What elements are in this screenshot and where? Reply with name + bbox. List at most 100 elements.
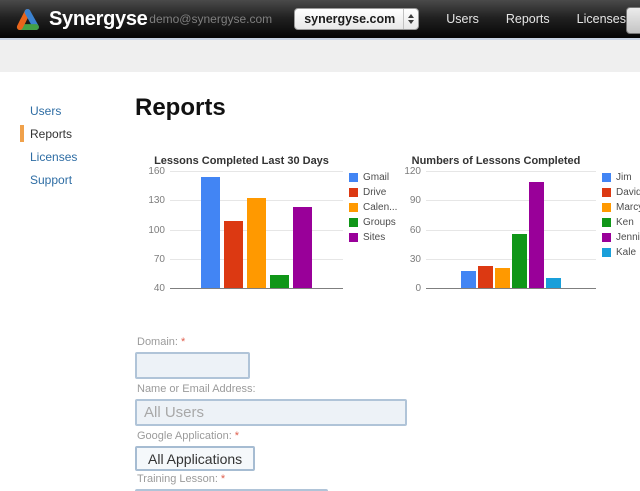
legend-label: David: [616, 188, 640, 197]
form-field-training-lesson: Training Lesson:*: [135, 473, 328, 491]
y-axis-tick-label: 40: [154, 284, 165, 294]
account-email: demo@synergyse.com: [149, 12, 272, 26]
legend-item-drive: Drive: [349, 188, 397, 197]
training-lesson-label: Training Lesson:: [137, 473, 218, 485]
chart-title: Numbers of Lessons Completed: [396, 155, 596, 168]
partial-edge-button[interactable]: [626, 7, 640, 34]
page-title: Reports: [135, 94, 226, 122]
y-axis-tick-label: 90: [410, 196, 421, 206]
subheader-band: [0, 40, 640, 72]
sidebar-item-label: Reports: [30, 127, 72, 141]
required-asterisk: *: [221, 473, 225, 485]
y-axis-tick-label: 160: [148, 167, 165, 177]
domain-select-value: synergyse.com: [304, 12, 403, 26]
legend-label: Drive: [363, 188, 386, 197]
bar-jennifer[interactable]: [529, 182, 544, 289]
y-axis-tick-label: 30: [410, 255, 421, 265]
legend-item-kale: Kale: [602, 248, 640, 257]
chart-title: Lessons Completed Last 30 Days: [140, 155, 343, 168]
sidebar-item-support[interactable]: Support: [0, 169, 125, 192]
domain-input[interactable]: [135, 352, 250, 379]
legend-label: Jennifer: [616, 233, 640, 242]
field-label: Google Application:*: [137, 430, 255, 442]
form-field-google-application: Google Application:* All Applications: [135, 430, 255, 471]
sidebar-item-label: Licenses: [30, 150, 77, 164]
legend-label: Kale: [616, 248, 636, 257]
legend-swatch: [602, 188, 611, 197]
y-axis: 0306090120: [396, 172, 426, 289]
sidebar-item-licenses[interactable]: Licenses: [0, 146, 125, 169]
legend-label: Groups: [363, 218, 396, 227]
domain-select[interactable]: synergyse.com: [294, 8, 419, 30]
synergyse-logo-icon[interactable]: [14, 6, 41, 33]
x-axis-baseline: [426, 288, 596, 289]
bar-gmail[interactable]: [201, 177, 220, 289]
bar-group: [426, 172, 596, 289]
legend-item-david: David: [602, 188, 640, 197]
sidebar-item-reports[interactable]: Reports: [0, 123, 125, 146]
sidebar-item-label: Support: [30, 173, 72, 187]
legend-item-sites: Sites: [349, 233, 397, 242]
select-stepper-icon: [403, 9, 418, 29]
domain-label: Domain:: [137, 336, 178, 348]
chart-body: 4070100130160GmailDriveCalen...GroupsSit…: [140, 172, 397, 289]
y-axis-tick-label: 60: [410, 226, 421, 236]
nav-users[interactable]: Users: [446, 12, 479, 26]
field-label: Name or Email Address:: [137, 383, 407, 395]
legend-label: Ken: [616, 218, 634, 227]
chart-lessons-completed-last-30-days: Lessons Completed Last 30 Days4070100130…: [140, 155, 397, 289]
required-asterisk: *: [235, 430, 239, 442]
bar-david[interactable]: [478, 266, 493, 289]
bar-marcy[interactable]: [495, 268, 510, 289]
name-or-email-address-input[interactable]: [135, 399, 407, 426]
legend-item-jim: Jim: [602, 173, 640, 182]
y-axis-tick-label: 70: [154, 255, 165, 265]
legend-label: Calen...: [363, 203, 397, 212]
form-field-name-or-email-address: Name or Email Address:: [135, 383, 407, 426]
bar-calen[interactable]: [247, 198, 266, 289]
bar-jim[interactable]: [461, 271, 476, 289]
google-application-label: Google Application:: [137, 430, 232, 442]
y-axis: 4070100130160: [140, 172, 170, 289]
legend-swatch: [349, 188, 358, 197]
form-field-domain: Domain:*: [135, 336, 250, 379]
sidebar: Users Reports Licenses Support: [0, 100, 125, 192]
app-window: Synergyse demo@synergyse.com synergyse.c…: [0, 0, 640, 491]
legend-label: Marcy: [616, 203, 640, 212]
legend-item-marcy: Marcy: [602, 203, 640, 212]
google-application-select[interactable]: All Applications: [135, 446, 255, 471]
bar-sites[interactable]: [293, 207, 312, 289]
legend-label: Jim: [616, 173, 632, 182]
legend-swatch: [602, 218, 611, 227]
legend-swatch: [349, 218, 358, 227]
field-label: Training Lesson:*: [137, 473, 328, 485]
y-axis-tick-label: 100: [148, 226, 165, 236]
legend-swatch: [349, 173, 358, 182]
active-item-marker: [20, 125, 24, 142]
name-or-email-address-label: Name or Email Address:: [137, 383, 256, 395]
y-axis-tick-label: 0: [415, 284, 421, 294]
legend-label: Sites: [363, 233, 385, 242]
legend-swatch: [349, 203, 358, 212]
nav-licenses[interactable]: Licenses: [577, 12, 626, 26]
bar-groups[interactable]: [270, 275, 289, 289]
bar-ken[interactable]: [512, 234, 527, 289]
y-axis-tick-label: 130: [148, 196, 165, 206]
plot-area: [426, 172, 596, 289]
chart-body: 0306090120JimDavidMarcyKenJenniferKale: [396, 172, 640, 289]
sidebar-item-users[interactable]: Users: [0, 100, 125, 123]
report-filter-form: Domain:*Name or Email Address:Google App…: [135, 333, 555, 491]
nav-reports[interactable]: Reports: [506, 12, 550, 26]
plot-area: [170, 172, 343, 289]
legend-label: Gmail: [363, 173, 389, 182]
legend-swatch: [602, 248, 611, 257]
legend-swatch: [349, 233, 358, 242]
legend-item-gmail: Gmail: [349, 173, 397, 182]
legend-item-ken: Ken: [602, 218, 640, 227]
bar-drive[interactable]: [224, 221, 243, 289]
legend: Gmail Drive Calen... Groups Sites: [349, 172, 397, 289]
x-axis-baseline: [170, 288, 343, 289]
top-navbar: Synergyse demo@synergyse.com synergyse.c…: [0, 0, 640, 38]
brand-name[interactable]: Synergyse: [49, 8, 147, 31]
legend: Jim David Marcy Ken Jennifer Kale: [602, 172, 640, 289]
